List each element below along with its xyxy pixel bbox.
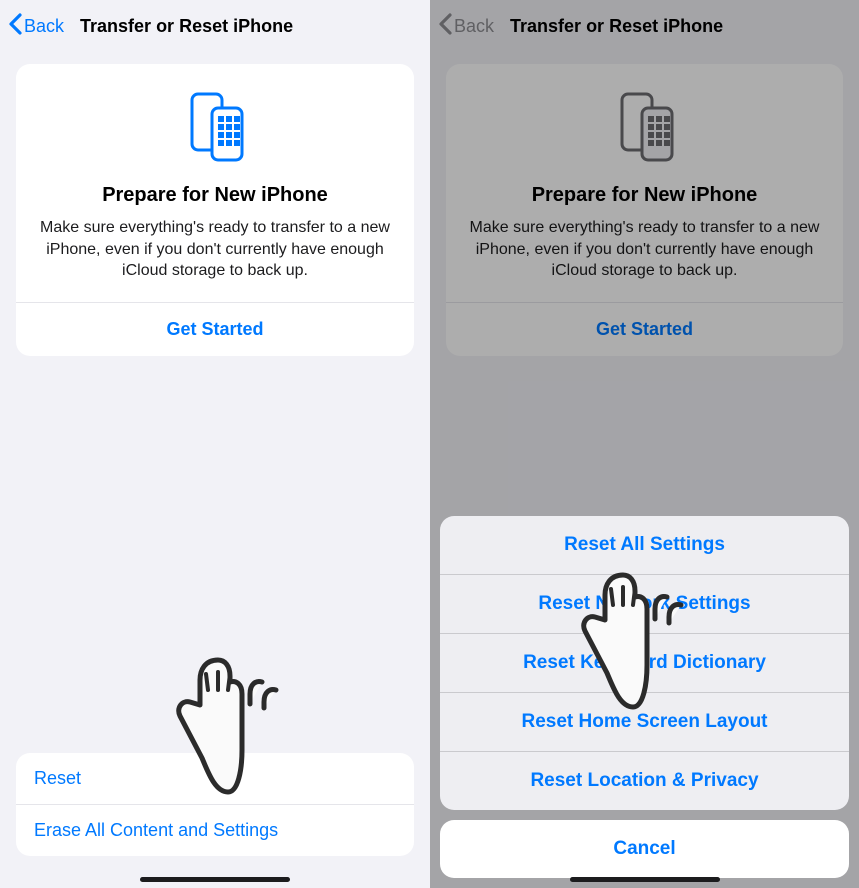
bottom-list: Reset Erase All Content and Settings [16,753,414,856]
home-indicator[interactable] [140,877,290,882]
action-sheet: Reset All Settings Reset Network Setting… [440,516,849,878]
reset-location-privacy-button[interactable]: Reset Location & Privacy [440,751,849,810]
reset-keyboard-dictionary-button[interactable]: Reset Keyboard Dictionary [440,633,849,692]
card-title: Prepare for New iPhone [36,184,394,207]
navbar: Back Transfer or Reset iPhone [0,0,430,52]
prepare-card: Prepare for New iPhone Make sure everyth… [16,64,414,356]
reset-home-screen-layout-button[interactable]: Reset Home Screen Layout [440,692,849,751]
screen-reset-sheet: Back Transfer or Reset iPhone Prepare fo… [430,0,859,888]
back-button[interactable]: Back [8,13,64,40]
reset-network-settings-button[interactable]: Reset Network Settings [440,574,849,633]
reset-all-settings-button[interactable]: Reset All Settings [440,516,849,574]
cancel-button[interactable]: Cancel [440,820,849,878]
reset-button[interactable]: Reset [16,753,414,804]
get-started-button[interactable]: Get Started [16,303,414,356]
chevron-left-icon [8,13,22,40]
screen-transfer-reset: Back Transfer or Reset iPhone Prepare fo… [0,0,430,888]
transfer-iphone-icon [36,88,394,166]
erase-all-button[interactable]: Erase All Content and Settings [16,804,414,856]
back-label: Back [24,16,64,37]
home-indicator[interactable] [570,877,720,882]
page-title: Transfer or Reset iPhone [80,16,293,37]
card-description: Make sure everything's ready to transfer… [36,217,394,282]
